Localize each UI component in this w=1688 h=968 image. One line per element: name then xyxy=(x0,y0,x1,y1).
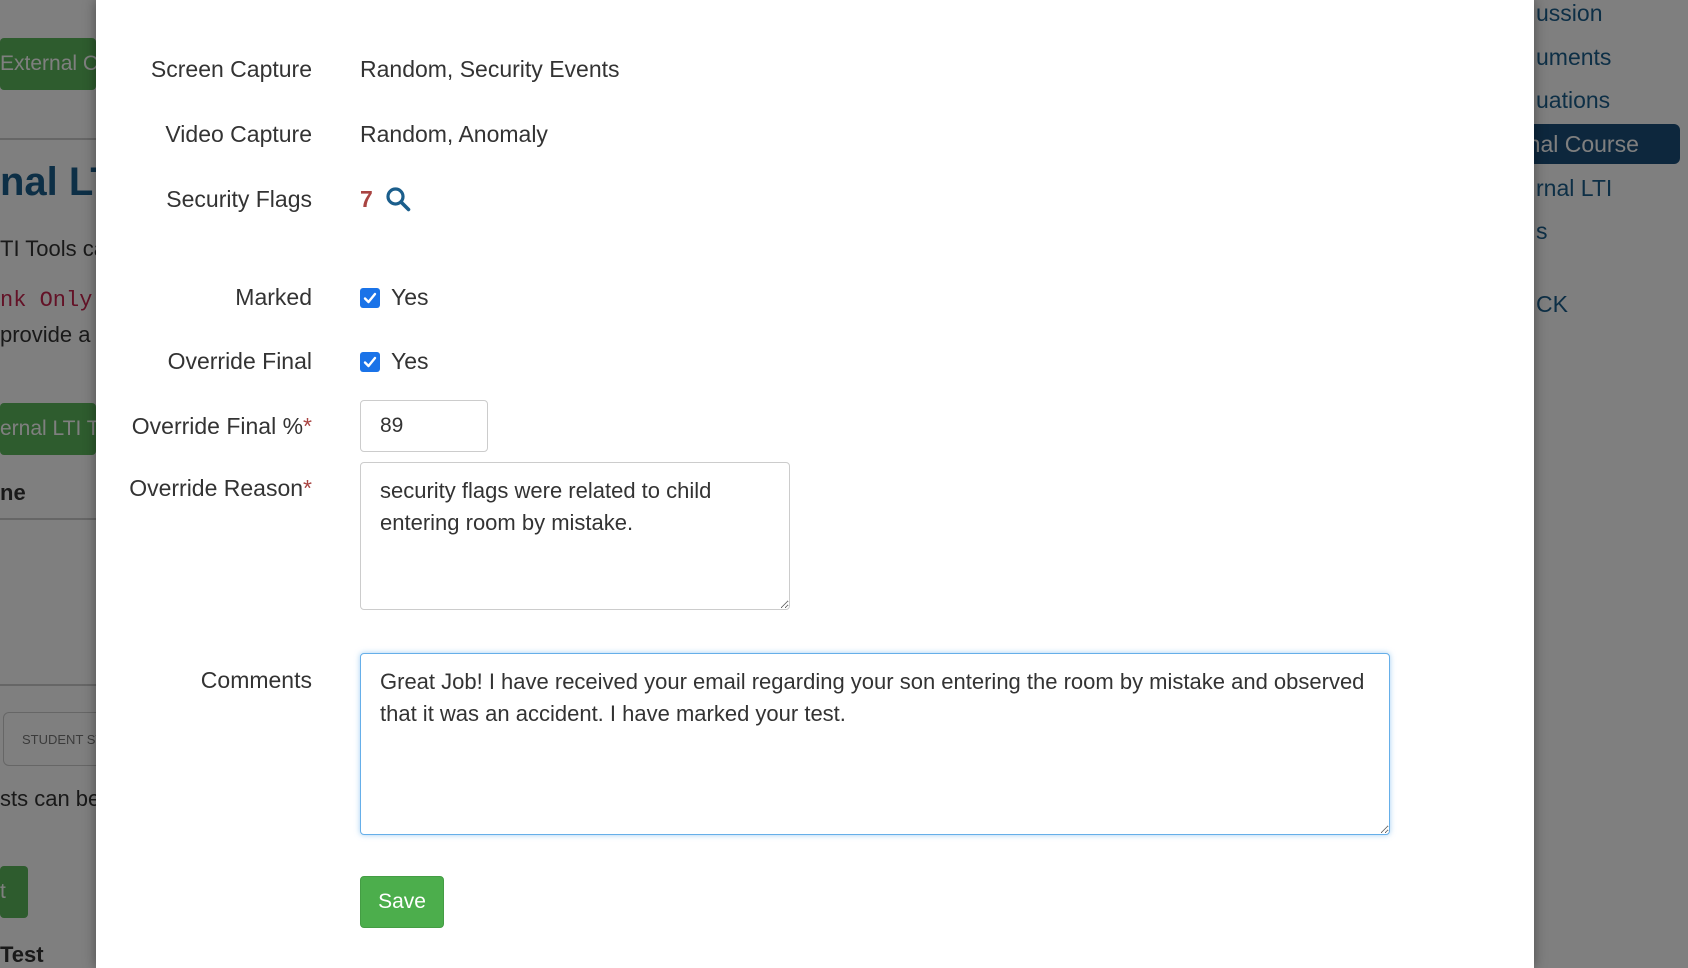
override-final-label: Override Final xyxy=(167,348,312,374)
override-reason-label-text: Override Reason xyxy=(129,475,304,501)
override-final-checkbox[interactable] xyxy=(360,352,380,372)
required-mark: * xyxy=(303,475,312,501)
search-icon-graphic xyxy=(386,187,411,212)
screen-capture-value: Random, Security Events xyxy=(360,56,620,82)
marked-checkbox[interactable] xyxy=(360,288,380,308)
override-reason-textarea[interactable]: security flags were related to child ent… xyxy=(360,462,790,610)
save-button[interactable]: Save xyxy=(360,876,444,928)
override-modal: Screen Capture Random, Security Events V… xyxy=(96,0,1534,968)
override-final-pct-label: Override Final %* xyxy=(96,413,312,440)
check-icon xyxy=(363,356,377,368)
marked-label: Marked xyxy=(235,284,312,310)
comments-label: Comments xyxy=(200,667,312,693)
security-flags-count: 7 xyxy=(360,186,373,212)
required-mark: * xyxy=(303,413,312,439)
override-reason-label: Override Reason* xyxy=(96,475,312,502)
screen-capture-label: Screen Capture xyxy=(150,56,312,82)
marked-option-label: Yes xyxy=(391,284,429,310)
override-final-pct-label-text: Override Final % xyxy=(131,413,304,439)
search-icon[interactable] xyxy=(385,186,411,212)
video-capture-value: Random, Anomaly xyxy=(360,121,548,147)
override-final-option-label: Yes xyxy=(391,348,429,374)
check-icon xyxy=(363,292,377,304)
override-final-pct-input[interactable] xyxy=(360,400,488,452)
security-flags-label: Security Flags xyxy=(166,186,312,212)
video-capture-label: Video Capture xyxy=(165,121,312,147)
comments-textarea[interactable]: Great Job! I have received your email re… xyxy=(360,653,1390,835)
